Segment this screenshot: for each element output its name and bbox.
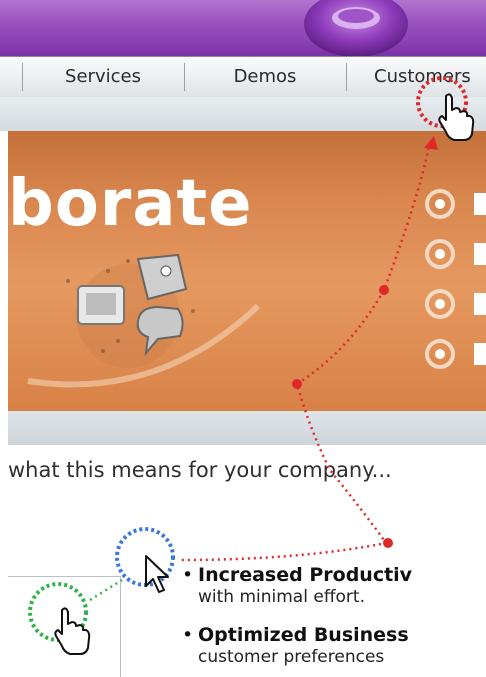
list-item: • Optimized Business customer preference… [182,624,409,668]
nav-item-demos[interactable]: Demos [184,57,346,97]
collaboration-icon [66,253,195,368]
nav-item-services[interactable]: Services [22,57,184,97]
arrow-cursor-icon [145,555,169,593]
sub-nav-strip [0,97,486,131]
radio-bullet-icon [425,339,486,369]
bullet-dot: • [182,564,194,586]
logo-icon [304,0,408,57]
hero-banner: borate [8,131,486,411]
main-nav: Services Demos Customers [0,56,486,98]
list-item: • Increased Productiv with minimal effor… [182,564,413,608]
nav-item-label: Demos [233,66,297,87]
nav-item-customers[interactable]: Customers [346,57,486,97]
banner-footer-strip [8,411,486,445]
section-subheading: what this means for your company... [8,458,392,482]
side-panel [8,576,121,677]
bullet-text: with minimal effort. [198,587,365,607]
bullet-title: Increased Productiv [198,564,413,586]
nav-item-label: Customers [374,66,471,87]
header-bar [0,0,486,56]
banner-art [27,189,486,388]
bullet-dot: • [182,624,194,646]
radio-bullet-icon [425,189,486,219]
hover-highlight [115,527,175,587]
bullet-text: customer preferences [198,647,385,667]
radio-bullet-icon [425,289,486,319]
bullet-title: Optimized Business [198,624,409,646]
path-node [383,538,393,548]
nav-item-label: Services [65,66,141,87]
radio-bullet-icon [425,239,486,269]
